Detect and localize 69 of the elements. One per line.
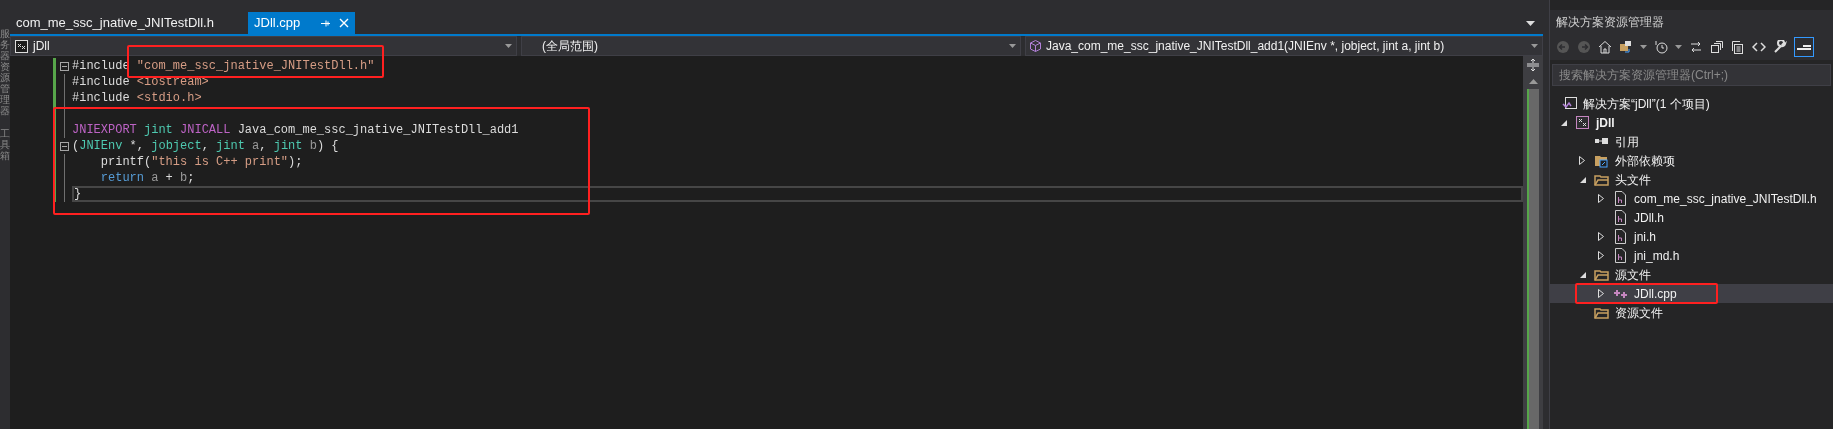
collapse-icon[interactable] [59,141,69,151]
switch-icon[interactable] [1689,40,1703,54]
folder-icon [1594,267,1609,282]
side-tab[interactable]: 服务器资源管理器 [0,28,10,116]
history-icon[interactable] [1654,40,1668,54]
collapse-icon[interactable] [59,61,69,71]
external-icon [1594,153,1609,168]
close-icon[interactable] [339,18,350,28]
code-line: printf("this is C++ print"); [99,154,303,170]
code-line: #include "com_me_ssc_jnative_JNITestDll.h" [72,58,375,74]
copy-icon[interactable] [1731,40,1745,54]
folder-icon [1594,305,1609,320]
tree-item[interactable]: JDll.h [1550,208,1833,227]
tree-item[interactable]: jDll [1550,113,1833,132]
code-line: JNIEXPORT jint JNICALL Java_com_me_ssc_jnative_JNITestDll_add1 [72,122,519,138]
project-icon [15,39,28,53]
panel-title: 解决方案资源管理器 [1556,14,1664,31]
code-line: #include <stdio.h> [72,90,202,106]
collapsed-icon[interactable] [1598,232,1604,241]
collapsed-icon[interactable] [1598,289,1604,298]
code-line: #include <iostream> [72,74,209,90]
tree-item[interactable]: JDll.cpp [1550,284,1833,303]
scroll-up-icon[interactable] [1528,79,1538,84]
code-line: (JNIEnv *, jobject, jint a, jint b) { [72,138,339,154]
header-icon [1613,210,1628,225]
code-line: return a + b; [99,170,195,186]
tree-item[interactable]: 解决方案“jDll”(1 个项目) [1550,94,1833,113]
scrollbar[interactable] [1523,56,1543,429]
caret-icon[interactable] [1531,44,1538,48]
dropdown-icon[interactable] [1526,20,1535,26]
caret-icon[interactable] [1009,44,1016,48]
expanded-icon[interactable] [1579,175,1587,184]
side-tab[interactable]: 工具箱 [0,128,10,161]
split-icon[interactable] [1526,58,1540,72]
tree-item[interactable]: jni_md.h [1550,246,1833,265]
project-icon [1575,115,1590,130]
collapsed-icon[interactable] [1579,156,1585,165]
wrench-icon[interactable] [1773,40,1787,54]
expanded-icon[interactable] [1579,270,1587,279]
tree-item[interactable]: 头文件 [1550,170,1833,189]
caret-icon[interactable] [505,44,512,48]
tree-item[interactable]: com_me_ssc_jnative_JNITestDll.h [1550,189,1833,208]
folder-icon [1594,172,1609,187]
member-icon [1030,40,1041,52]
member-dropdown[interactable]: Java_com_me_ssc_jnative_JNITestDll_add1(JNIEnv *, jobject, jint a, jint b) [1025,36,1543,56]
collapsed-icon[interactable] [1598,251,1604,260]
header-icon [1613,191,1628,206]
caret-icon[interactable] [1640,45,1647,49]
code-line: } [74,186,82,202]
file-tab[interactable]: com_me_ssc_jnative_JNITestDll.h [10,12,248,34]
file-tab[interactable]: JDll.cpp [248,12,356,34]
tree-item[interactable]: 资源文件 [1550,303,1833,322]
expanded-icon[interactable] [1560,118,1568,127]
collapsed-icon[interactable] [1598,194,1604,203]
tree-item[interactable]: 外部依赖项 [1550,151,1833,170]
caret-icon[interactable] [1675,45,1682,49]
header-icon [1613,248,1628,263]
tree-item[interactable]: 源文件 [1550,265,1833,284]
search-field[interactable]: 搜索解决方案资源管理器(Ctrl+;) [1552,64,1831,86]
code-icon[interactable] [1752,40,1766,54]
project-dropdown[interactable]: jDll [10,36,517,56]
tree-item[interactable]: 引用 [1550,132,1833,151]
solution-icon [1562,96,1577,111]
sync-icon[interactable] [1619,40,1633,54]
header-icon [1613,229,1628,244]
home-icon[interactable] [1598,40,1612,54]
tree-item[interactable]: jni.h [1550,227,1833,246]
scope-dropdown[interactable]: (全局范围) [521,36,1021,56]
collapse-all-icon[interactable] [1710,40,1724,54]
